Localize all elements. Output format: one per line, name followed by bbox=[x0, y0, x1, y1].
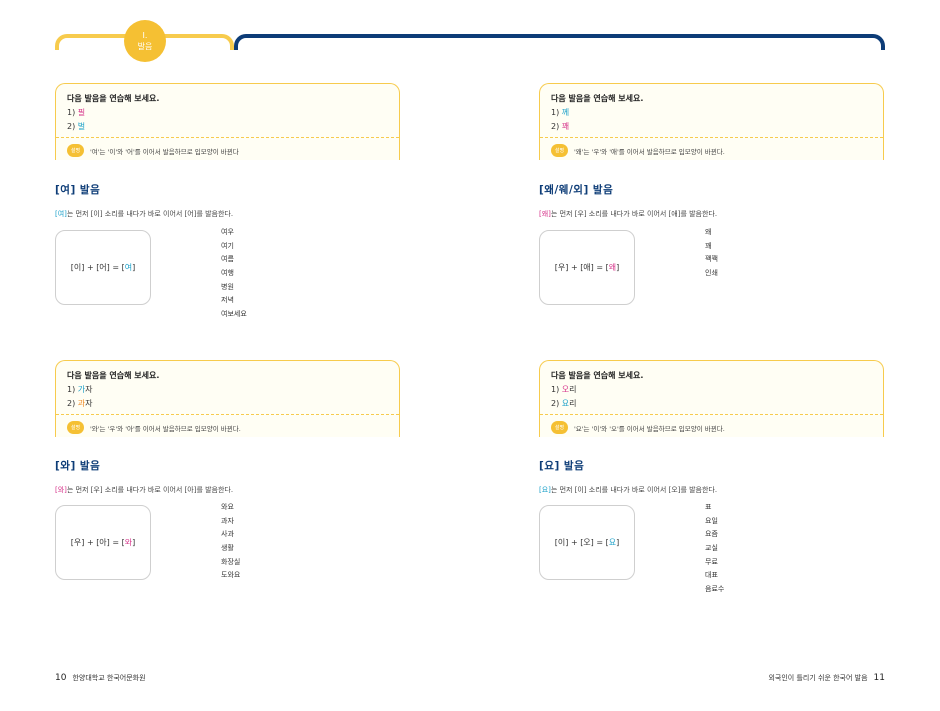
tip-badge: 설명 bbox=[551, 421, 568, 434]
section-title: [요] 발음 bbox=[539, 460, 585, 472]
footer-left-text: 한양대학교 한국어문화원 bbox=[72, 674, 146, 682]
word-item: 요일 bbox=[705, 516, 718, 525]
word-list: 왜 꽤 꽥꽥 인쇄 bbox=[705, 226, 718, 281]
word-item: 요즘 bbox=[705, 530, 718, 539]
footer-right: 외국인이 틀리기 쉬운 한국어 발음 11 bbox=[768, 673, 885, 683]
formula-box: [이] + [어] = [여] bbox=[55, 230, 151, 305]
page-number-right: 11 bbox=[873, 673, 885, 683]
footer-right-text: 외국인이 틀리기 쉬운 한국어 발음 bbox=[768, 674, 868, 682]
tip-row: 설명 '여'는 '이'와 '어'를 이어서 발음하므로 입모양이 바뀐다 bbox=[67, 144, 239, 157]
section-title: [와] 발음 bbox=[55, 460, 101, 472]
practice-item: 1) 가자 bbox=[67, 385, 93, 394]
word-item: 저녁 bbox=[221, 296, 234, 305]
word-list: 표 요일 요즘 교실 무료 대표 음료수 bbox=[705, 501, 724, 597]
practice-item: 2) 요리 bbox=[551, 399, 577, 408]
tip-text: '왜'는 '우'와 '애'를 이어서 발음하므로 입모양이 바뀐다. bbox=[574, 147, 725, 156]
word-item: 인쇄 bbox=[705, 269, 718, 278]
dashed-separator bbox=[56, 414, 399, 415]
practice-box: 다음 발음을 연습해 보세요. 1) 가자 2) 과자 설명 '와'는 '우'와… bbox=[55, 360, 400, 437]
word-item: 무료 bbox=[705, 557, 718, 566]
practice-box: 다음 발음을 연습해 보세요. 1) 께 2) 꽤 설명 '왜'는 '우'와 '… bbox=[539, 83, 884, 160]
word-list: 와요 과자 사과 생활 화장실 도와요 bbox=[221, 501, 240, 583]
practice-title: 다음 발음을 연습해 보세요. bbox=[67, 94, 160, 103]
word-item: 왜 bbox=[705, 228, 712, 236]
word-item: 꽤 bbox=[705, 241, 712, 250]
practice-title: 다음 발음을 연습해 보세요. bbox=[67, 371, 160, 380]
practice-item: 2) 과자 bbox=[67, 399, 93, 408]
practice-box: 다음 발음을 연습해 보세요. 1) 필 2) 벌 설명 '여'는 '이'와 '… bbox=[55, 83, 400, 160]
section-description: [여]는 먼저 [이] 소리를 내다가 바로 이어서 [어]를 발음한다. bbox=[55, 210, 234, 218]
footer-left: 10 한양대학교 한국어문화원 bbox=[55, 673, 146, 683]
chapter-label: 발음 bbox=[137, 42, 153, 51]
tip-row: 설명 '와'는 '우'와 '아'를 이어서 발음하므로 입모양이 바뀐다. bbox=[67, 421, 241, 434]
chapter-number: I. bbox=[142, 31, 148, 40]
section-description: [왜]는 먼저 [우] 소리를 내다가 바로 이어서 [애]를 발음한다. bbox=[539, 210, 718, 218]
word-item: 과자 bbox=[221, 516, 234, 525]
word-item: 여보세요 bbox=[221, 310, 247, 319]
tip-text: '와'는 '우'와 '아'를 이어서 발음하므로 입모양이 바뀐다. bbox=[90, 424, 241, 433]
tip-row: 설명 '왜'는 '우'와 '애'를 이어서 발음하므로 입모양이 바뀐다. bbox=[551, 144, 725, 157]
practice-item: 1) 께 bbox=[551, 108, 570, 117]
practice-item: 2) 벌 bbox=[67, 122, 86, 131]
dashed-separator bbox=[56, 137, 399, 138]
chapter-badge: I. 발음 bbox=[124, 20, 166, 62]
practice-box: 다음 발음을 연습해 보세요. 1) 오리 2) 요리 설명 '요'는 '이'와… bbox=[539, 360, 884, 437]
dashed-separator bbox=[540, 137, 883, 138]
tip-row: 설명 '요'는 '이'와 '오'를 이어서 발음하므로 입모양이 바뀐다. bbox=[551, 421, 725, 434]
word-item: 도와요 bbox=[221, 571, 241, 580]
word-item: 음료수 bbox=[705, 585, 725, 594]
word-item: 교실 bbox=[705, 544, 718, 553]
practice-item: 2) 꽤 bbox=[551, 122, 570, 131]
word-item: 여우 bbox=[221, 228, 234, 236]
header-blue-bar bbox=[234, 34, 885, 50]
word-item: 화장실 bbox=[221, 557, 241, 566]
tip-text: '요'는 '이'와 '오'를 이어서 발음하므로 입모양이 바뀐다. bbox=[574, 424, 725, 433]
tip-text: '여'는 '이'와 '어'를 이어서 발음하므로 입모양이 바뀐다 bbox=[90, 147, 239, 156]
word-item: 여름 bbox=[221, 255, 234, 264]
practice-item: 1) 오리 bbox=[551, 385, 577, 394]
word-item: 와요 bbox=[221, 503, 234, 511]
section-description: [와]는 먼저 [우] 소리를 내다가 바로 이어서 [아]를 발음한다. bbox=[55, 486, 234, 494]
word-item: 여기 bbox=[221, 241, 234, 250]
tip-badge: 설명 bbox=[67, 144, 84, 157]
word-list: 여우 여기 여름 여행 병원 저녁 여보세요 bbox=[221, 226, 247, 322]
section-title: [여] 발음 bbox=[55, 184, 101, 196]
word-item: 꽥꽥 bbox=[705, 255, 718, 264]
word-item: 사과 bbox=[221, 530, 234, 539]
page-number-left: 10 bbox=[55, 673, 67, 683]
practice-title: 다음 발음을 연습해 보세요. bbox=[551, 94, 644, 103]
dashed-separator bbox=[540, 414, 883, 415]
tip-badge: 설명 bbox=[67, 421, 84, 434]
word-item: 생활 bbox=[221, 544, 234, 553]
tip-badge: 설명 bbox=[551, 144, 568, 157]
formula-box: [이] + [오] = [요] bbox=[539, 505, 635, 580]
formula-box: [우] + [아] = [와] bbox=[55, 505, 151, 580]
formula-box: [우] + [애] = [왜] bbox=[539, 230, 635, 305]
section-description: [요]는 먼저 [이] 소리를 내다가 바로 이어서 [오]를 발음한다. bbox=[539, 486, 718, 494]
practice-item: 1) 필 bbox=[67, 108, 86, 117]
word-item: 병원 bbox=[221, 282, 234, 291]
practice-title: 다음 발음을 연습해 보세요. bbox=[551, 371, 644, 380]
word-item: 대표 bbox=[705, 571, 718, 580]
section-title: [왜/웨/외] 발음 bbox=[539, 184, 614, 196]
word-item: 표 bbox=[705, 503, 712, 511]
word-item: 여행 bbox=[221, 269, 234, 278]
